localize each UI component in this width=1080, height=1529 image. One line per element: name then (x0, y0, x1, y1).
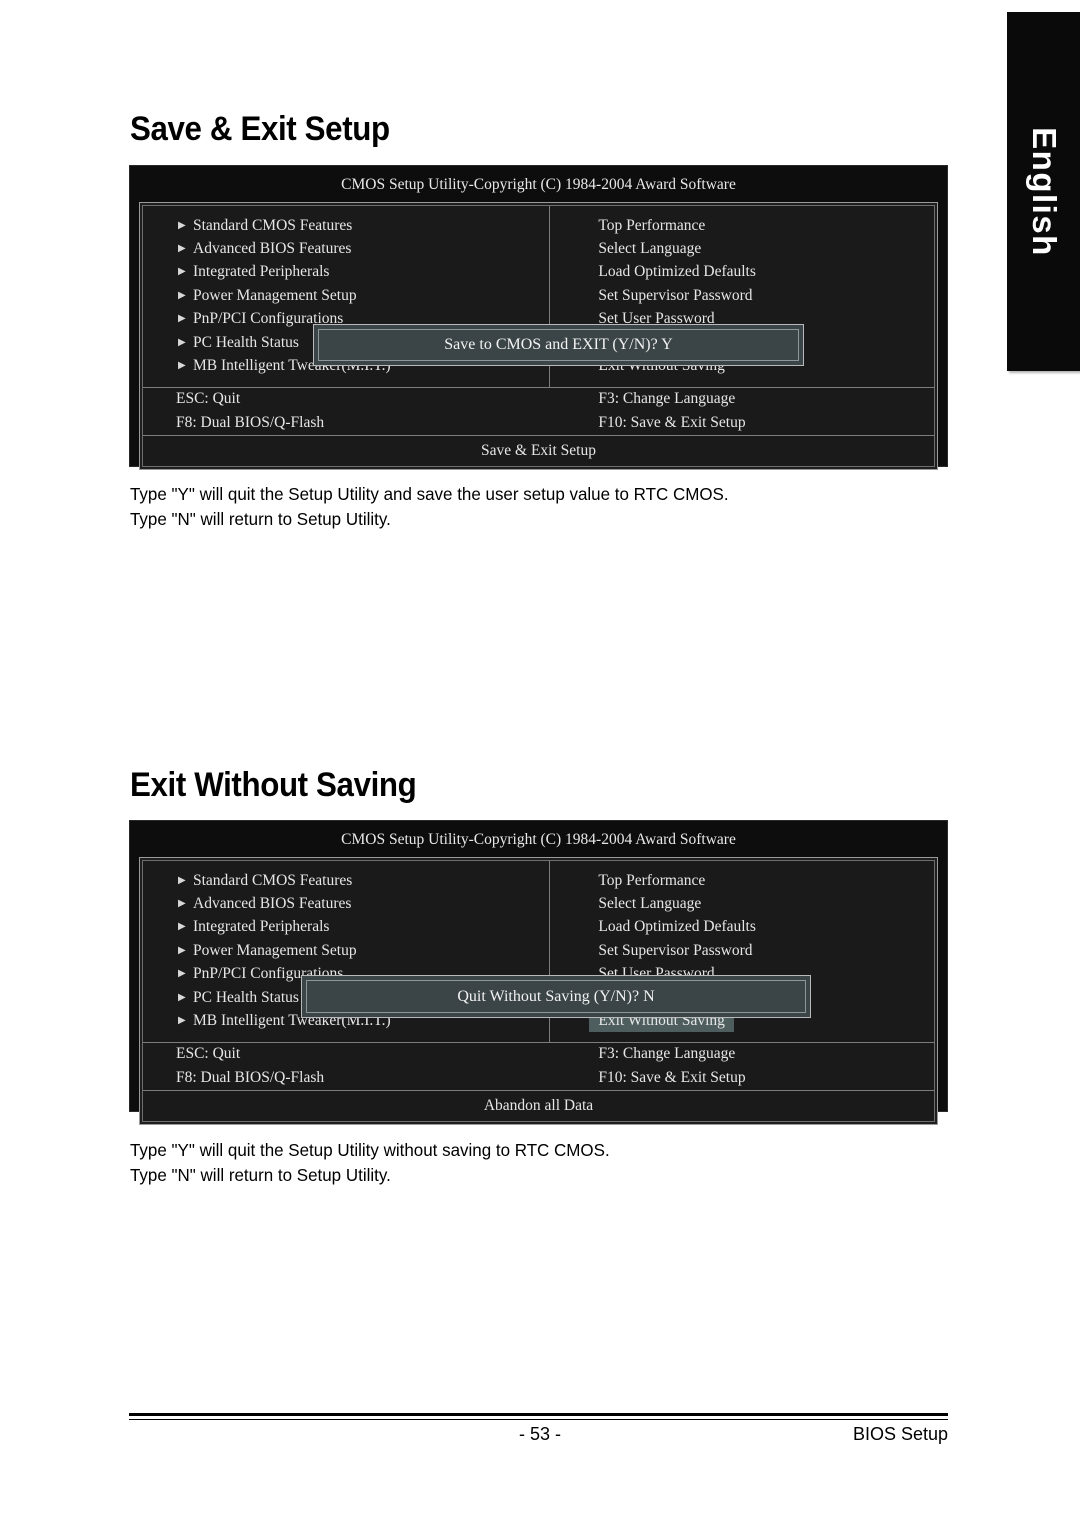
key-hint-f10-save-exit: F10: Save & Exit Setup (598, 413, 746, 431)
menu-item-label: PC Health Status (193, 988, 299, 1006)
key-hint-f10-save-exit: F10: Save & Exit Setup (598, 1068, 746, 1086)
triangle-right-icon: ▶ (178, 944, 186, 956)
dialog-inner-border: Quit Without Saving (Y/N)? N (306, 980, 806, 1013)
bios-menu-grid: ▶ Standard CMOS Features ▶ Advanced BIOS… (143, 206, 934, 387)
key-hint-esc-quit: ESC: Quit (176, 1045, 241, 1063)
bios-frame-outer: ▶ Standard CMOS Features ▶ Advanced BIOS… (139, 857, 938, 1125)
menu-item-label: PC Health Status (193, 333, 299, 351)
dialog-prompt-text: Save to CMOS and EXIT (Y/N)? Y (444, 336, 673, 353)
menu-item-select-language[interactable]: Select Language (550, 892, 934, 915)
bios-frame-inner: ▶ Standard CMOS Features ▶ Advanced BIOS… (142, 205, 935, 467)
bios-key-hints: ESC: Quit F3: Change Language F8: Dual B… (143, 386, 934, 435)
triangle-right-icon: ▶ (178, 991, 186, 1003)
confirm-dialog-quit-without-saving[interactable]: Quit Without Saving (Y/N)? N (301, 975, 811, 1018)
key-hint-row: F8: Dual BIOS/Q-Flash F10: Save & Exit S… (143, 411, 934, 434)
key-hint-row: ESC: Quit F3: Change Language (143, 388, 934, 411)
menu-item-label: Standard CMOS Features (193, 216, 353, 234)
menu-item-load-optimized-defaults[interactable]: Load Optimized Defaults (550, 261, 934, 284)
triangle-right-icon: ▶ (178, 336, 186, 348)
triangle-right-icon: ▶ (178, 874, 186, 886)
menu-item-label: Select Language (598, 895, 702, 913)
menu-item-top-performance[interactable]: Top Performance (550, 214, 934, 237)
bios-header-title: CMOS Setup Utility-Copyright (C) 1984-20… (341, 176, 736, 193)
language-tab: English (1007, 12, 1080, 371)
bios-screenshot-save-exit: CMOS Setup Utility-Copyright (C) 1984-20… (129, 165, 948, 470)
footer-chapter-label: BIOS Setup (852, 1424, 948, 1444)
menu-item-advanced-bios-features[interactable]: ▶ Advanced BIOS Features (143, 892, 549, 915)
triangle-right-icon: ▶ (178, 898, 186, 910)
menu-item-power-management-setup[interactable]: ▶ Power Management Setup (143, 284, 549, 307)
dialog-inner-border: Save to CMOS and EXIT (Y/N)? Y (318, 329, 799, 361)
menu-item-integrated-peripherals[interactable]: ▶ Integrated Peripherals (143, 261, 549, 284)
description-exit-without-saving: Type "Y" will quit the Setup Utility wit… (130, 1140, 610, 1185)
bios-screenshot-exit-without-saving: CMOS Setup Utility-Copyright (C) 1984-20… (129, 820, 948, 1125)
key-hint-f8-dual-bios: F8: Dual BIOS/Q-Flash (176, 413, 325, 431)
key-hint-row: F8: Dual BIOS/Q-Flash F10: Save & Exit S… (143, 1066, 934, 1089)
menu-item-label: Load Optimized Defaults (598, 263, 756, 281)
menu-item-label: Power Management Setup (193, 286, 357, 304)
triangle-right-icon: ▶ (178, 968, 186, 980)
key-hint-row: ESC: Quit F3: Change Language (143, 1043, 934, 1066)
menu-item-label: Integrated Peripherals (193, 263, 330, 281)
bios-frame-outer: ▶ Standard CMOS Features ▶ Advanced BIOS… (139, 202, 938, 470)
menu-item-label: Top Performance (598, 216, 706, 234)
key-hint-f3-change-language: F3: Change Language (598, 390, 736, 408)
menu-item-label: Advanced BIOS Features (193, 240, 352, 258)
page-title-save-exit-setup: Save & Exit Setup (130, 110, 390, 148)
menu-item-top-performance[interactable]: Top Performance (550, 869, 934, 892)
menu-item-label: Set Supervisor Password (598, 286, 753, 304)
triangle-right-icon: ▶ (178, 289, 186, 301)
menu-item-select-language[interactable]: Select Language (550, 237, 934, 260)
menu-item-set-supervisor-password[interactable]: Set Supervisor Password (550, 939, 934, 962)
menu-item-label: Set Supervisor Password (598, 941, 753, 959)
menu-item-label: Top Performance (598, 871, 706, 889)
key-hint-esc-quit: ESC: Quit (176, 390, 241, 408)
triangle-right-icon: ▶ (178, 266, 186, 278)
bios-key-hints: ESC: Quit F3: Change Language F8: Dual B… (143, 1041, 934, 1090)
confirm-dialog-save-to-cmos[interactable]: Save to CMOS and EXIT (Y/N)? Y (313, 324, 804, 366)
language-tab-label: English (1025, 126, 1063, 257)
footer-divider-thick (129, 1413, 948, 1416)
footer-divider-thin (129, 1419, 948, 1420)
menu-item-label: Standard CMOS Features (193, 871, 353, 889)
bios-frame-inner: ▶ Standard CMOS Features ▶ Advanced BIOS… (142, 860, 935, 1122)
menu-item-power-management-setup[interactable]: ▶ Power Management Setup (143, 939, 549, 962)
bios-menu-grid: ▶ Standard CMOS Features ▶ Advanced BIOS… (143, 861, 934, 1042)
menu-item-label: Advanced BIOS Features (193, 895, 352, 913)
triangle-right-icon: ▶ (178, 219, 186, 231)
triangle-right-icon: ▶ (178, 360, 186, 372)
triangle-right-icon: ▶ (178, 313, 186, 325)
bios-header-title: CMOS Setup Utility-Copyright (C) 1984-20… (341, 831, 736, 848)
menu-item-load-optimized-defaults[interactable]: Load Optimized Defaults (550, 916, 934, 939)
triangle-right-icon: ▶ (178, 1015, 186, 1027)
menu-item-advanced-bios-features[interactable]: ▶ Advanced BIOS Features (143, 237, 549, 260)
menu-item-standard-cmos-features[interactable]: ▶ Standard CMOS Features (143, 214, 549, 237)
menu-item-integrated-peripherals[interactable]: ▶ Integrated Peripherals (143, 916, 549, 939)
dialog-prompt-text: Quit Without Saving (Y/N)? N (457, 987, 655, 1005)
menu-item-label: Load Optimized Defaults (598, 918, 756, 936)
key-hint-f3-change-language: F3: Change Language (598, 1045, 736, 1063)
key-hint-f8-dual-bios: F8: Dual BIOS/Q-Flash (176, 1068, 325, 1086)
triangle-right-icon: ▶ (178, 921, 186, 933)
menu-item-label: Integrated Peripherals (193, 918, 330, 936)
menu-item-label: Select Language (598, 240, 702, 258)
description-save-exit-setup: Type "Y" will quit the Setup Utility and… (130, 484, 729, 529)
menu-item-standard-cmos-features[interactable]: ▶ Standard CMOS Features (143, 869, 549, 892)
bios-status-bar: Abandon all Data (143, 1089, 934, 1121)
triangle-right-icon: ▶ (178, 243, 186, 255)
page-title-exit-without-saving: Exit Without Saving (130, 766, 417, 804)
menu-item-label: Power Management Setup (193, 941, 357, 959)
bios-status-bar: Save & Exit Setup (143, 434, 934, 466)
menu-item-set-supervisor-password[interactable]: Set Supervisor Password (550, 284, 934, 307)
